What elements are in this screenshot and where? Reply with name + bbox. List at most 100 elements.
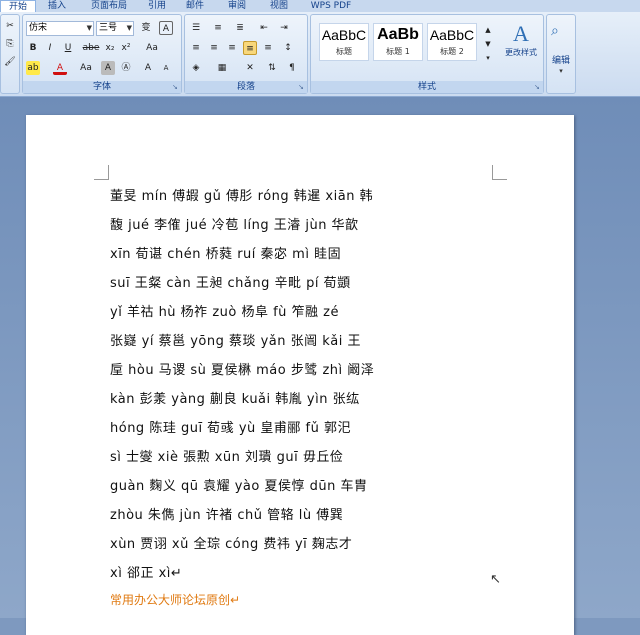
distributed-icon[interactable]: ≡ xyxy=(261,41,275,55)
text-line: 垕 hòu 马谡 sù 夏侯楙 máo 步骘 zhì 阚泽 xyxy=(110,363,375,378)
margin-mark xyxy=(94,165,109,180)
text-line: yǐ 羊祜 hù 杨祚 zuò 杨阜 fù 笮融 zé xyxy=(110,305,339,320)
borders-icon[interactable]: ▦ xyxy=(215,61,229,75)
text-line: 董旻 mín 傅嘏 gǔ 傅肜 róng 韩暹 xiān 韩 xyxy=(110,189,374,204)
tab-wps-pdf[interactable]: WPS PDF xyxy=(306,0,356,12)
enclose-char-button[interactable]: Ⓐ xyxy=(119,61,133,75)
align-center-icon[interactable]: ≡ xyxy=(207,41,221,55)
justify-icon[interactable]: ≡ xyxy=(243,41,257,55)
tab-references[interactable]: 引用 xyxy=(142,0,172,12)
dialog-launcher-icon[interactable]: ↘ xyxy=(298,84,305,91)
text-line: guàn 麴义 qū 袁耀 yào 夏侯惇 dūn 车胄 xyxy=(110,479,368,494)
font-name-value: 仿宋 xyxy=(29,23,48,33)
show-marks-icon[interactable]: ¶ xyxy=(285,61,299,75)
bullets-icon[interactable]: ☰ xyxy=(189,21,203,35)
font-scale-button[interactable]: Aa xyxy=(77,61,95,75)
style-name: 标题 1 xyxy=(386,47,410,56)
tab-mailings[interactable]: 邮件 xyxy=(180,0,210,12)
chevron-down-icon: ▼ xyxy=(86,24,92,32)
chinese-layout-icon[interactable]: ✕ xyxy=(243,61,257,75)
text-line: xì 郤正 xì↵ xyxy=(110,566,183,581)
highlight-button[interactable]: ab xyxy=(26,61,40,75)
underline-button[interactable]: U xyxy=(61,41,75,55)
style-sample: AaBb xyxy=(377,26,419,43)
superscript-button[interactable]: x² xyxy=(119,41,133,55)
text-line: 馥 jué 李傕 jué 冷苞 líng 王濬 jùn 华歆 xyxy=(110,218,359,233)
font-name-combo[interactable]: 仿宋 ▼ xyxy=(26,21,94,36)
change-styles-button[interactable]: A 更改样式 xyxy=(501,21,541,71)
text-line: 张嶷 yí 蔡邕 yōng 蔡琰 yǎn 张闿 kǎi 王 xyxy=(110,334,362,349)
styles-group: AaBbC 标题 AaBb 标题 1 AaBbC 标题 2 ▲ ▼ ▾ A 更改… xyxy=(310,14,544,94)
style-heading-1[interactable]: AaBb 标题 1 xyxy=(373,23,423,61)
increase-indent-icon[interactable]: ⇥ xyxy=(277,21,291,35)
char-shading-button[interactable]: A xyxy=(101,61,115,75)
shrink-font-button[interactable]: A xyxy=(159,61,173,75)
dialog-launcher-icon[interactable]: ↘ xyxy=(172,84,179,91)
sort-icon[interactable]: ⇅ xyxy=(265,61,279,75)
tab-home[interactable]: 开始 xyxy=(0,0,36,12)
font-color-button[interactable]: A xyxy=(53,61,67,75)
chevron-down-icon: ▾ xyxy=(559,67,563,75)
style-title[interactable]: AaBbC 标题 xyxy=(319,23,369,61)
style-sample: AaBbC xyxy=(429,27,475,43)
font-size-combo[interactable]: 三号 ▼ xyxy=(96,21,134,36)
text-line: hóng 陈珪 guī 荀彧 yù 皇甫郦 fǔ 郭汜 xyxy=(110,421,351,436)
tab-review[interactable]: 审阅 xyxy=(220,0,254,12)
align-right-icon[interactable]: ≡ xyxy=(225,41,239,55)
paragraph-group-label: 段落 xyxy=(185,81,307,93)
cut-icon[interactable]: ✂ xyxy=(3,19,17,33)
tab-page-layout[interactable]: 页面布局 xyxy=(80,0,138,12)
strikethrough-button[interactable]: abe xyxy=(81,41,101,55)
mouse-cursor-icon: ↖ xyxy=(490,572,501,587)
align-left-icon[interactable]: ≡ xyxy=(189,41,203,55)
text-line: xùn 贾诩 xǔ 全琮 cóng 费祎 yī 麹志才 xyxy=(110,537,353,552)
find-icon: ⌕ xyxy=(551,23,559,39)
clipboard-group: ✂ ⎘ 🖌 xyxy=(0,14,20,94)
subscript-button[interactable]: x₂ xyxy=(103,41,117,55)
source-note: 常用办公大师论坛原创↵ xyxy=(110,593,241,607)
text-line: xīn 荀谌 chén 桥蕤 ruí 秦宓 mì 眭固 xyxy=(110,247,342,262)
char-border-button[interactable]: A xyxy=(159,21,173,35)
ribbon-tabs: 开始 插入 页面布局 引用 邮件 审阅 视图 WPS PDF xyxy=(0,0,640,12)
text-line: sì 士燮 xiè 張勲 xūn 刘璝 guī 毋丘俭 xyxy=(110,450,344,465)
multilevel-list-icon[interactable]: ≣ xyxy=(233,21,247,35)
style-name: 标题 xyxy=(336,47,352,56)
more-styles-icon[interactable]: ▾ xyxy=(481,51,495,63)
document-area: 董旻 mín 傅嘏 gǔ 傅肜 róng 韩暹 xiān 韩 馥 jué 李傕 … xyxy=(0,97,640,635)
text-line: suī 王粲 càn 王昶 chǎng 辛毗 pí 荀顗 xyxy=(110,276,351,291)
scroll-down-icon[interactable]: ▼ xyxy=(481,37,495,49)
style-heading-2[interactable]: AaBbC 标题 2 xyxy=(427,23,477,61)
document-page[interactable]: 董旻 mín 傅嘏 gǔ 傅肜 róng 韩暹 xiān 韩 馥 jué 李傕 … xyxy=(26,115,574,635)
tab-view[interactable]: 视图 xyxy=(262,0,296,12)
numbering-icon[interactable]: ≡ xyxy=(211,21,225,35)
italic-button[interactable]: I xyxy=(43,41,57,55)
styles-group-label: 样式 xyxy=(311,81,543,93)
shading-icon[interactable]: ◈ xyxy=(189,61,203,75)
paragraph-group: ☰ ≡ ≣ ⇤ ⇥ ≡ ≡ ≡ ≡ ≡ ↕ ◈ ▦ ✕ ⇅ ¶ 段落 ↘ xyxy=(184,14,308,94)
font-group-label: 字体 xyxy=(23,81,181,93)
clear-format-button[interactable]: 变 xyxy=(139,21,153,35)
font-group: 仿宋 ▼ 三号 ▼ 变 A B I U abe x₂ x² Aa ab A Aa A… xyxy=(22,14,182,94)
copy-icon[interactable]: ⎘ xyxy=(3,37,17,51)
format-painter-icon[interactable]: 🖌 xyxy=(3,55,17,69)
ribbon: ✂ ⎘ 🖌 仿宋 ▼ 三号 ▼ 变 A B I U abe x₂ x² Aa ab … xyxy=(0,12,640,97)
edit-group[interactable]: ⌕ 编辑 ▾ xyxy=(546,14,576,94)
tab-insert[interactable]: 插入 xyxy=(40,0,74,12)
grow-font-button[interactable]: A xyxy=(141,61,155,75)
bold-button[interactable]: B xyxy=(26,41,40,55)
change-styles-label: 更改样式 xyxy=(505,48,537,57)
text-line: kàn 彭羕 yàng 蒯良 kuǎi 韩胤 yìn 张纮 xyxy=(110,392,360,407)
line-spacing-icon[interactable]: ↕ xyxy=(281,41,295,55)
chevron-down-icon: ▼ xyxy=(126,24,132,32)
dialog-launcher-icon[interactable]: ↘ xyxy=(534,84,541,91)
scroll-up-icon[interactable]: ▲ xyxy=(481,23,495,35)
change-styles-icon: A xyxy=(513,21,529,46)
margin-mark xyxy=(492,165,507,180)
change-case-button[interactable]: Aa xyxy=(143,41,161,55)
text-line: zhòu 朱儁 jùn 许褚 chǔ 管辂 lù 傅巽 xyxy=(110,508,344,523)
decrease-indent-icon[interactable]: ⇤ xyxy=(257,21,271,35)
style-name: 标题 2 xyxy=(440,47,464,56)
style-sample: AaBbC xyxy=(321,27,367,43)
font-size-value: 三号 xyxy=(99,23,118,33)
edit-label: 编辑 xyxy=(551,56,570,66)
